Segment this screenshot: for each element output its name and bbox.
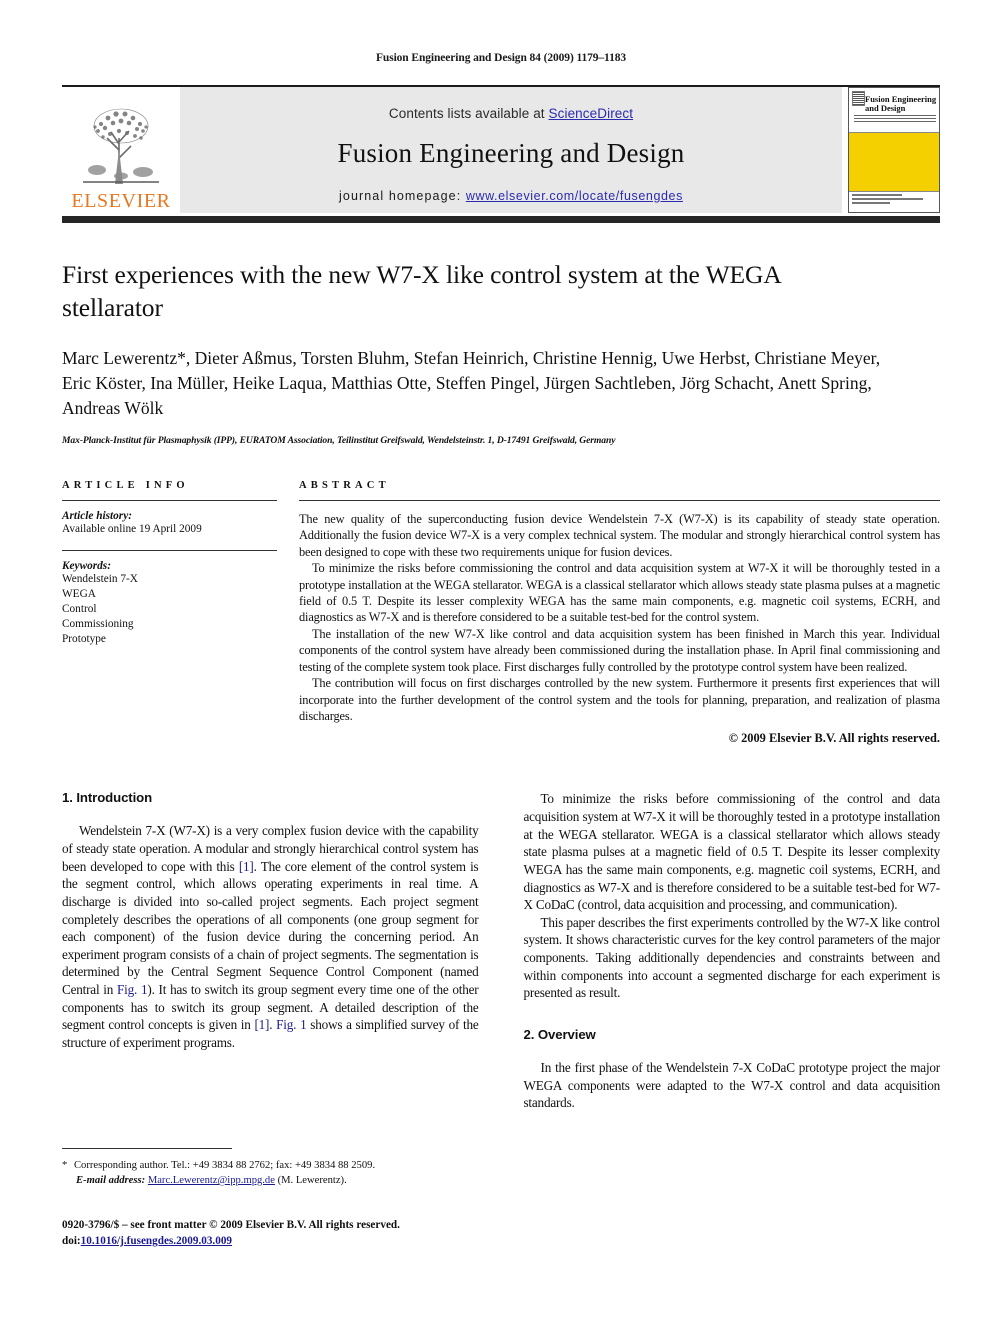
article-info-column: ARTICLE INFO Article history: Available … [62,480,299,747]
running-head: Fusion Engineering and Design 84 (2009) … [375,52,627,64]
corresponding-author-note: * Corresponding author. Tel.: +49 3834 8… [62,1158,482,1188]
abstract-copyright: © 2009 Elsevier B.V. All rights reserved… [728,731,940,746]
abstract-column: ABSTRACT The new quality of the supercon… [299,480,940,747]
citation-link-1[interactable]: [1] [239,859,254,874]
sciencedirect-link[interactable]: ScienceDirect [549,106,634,121]
journal-homepage-line: journal homepage: www.elsevier.com/locat… [339,189,683,203]
abstract-heading: ABSTRACT [299,479,390,491]
cover-footer-line [852,193,903,196]
divider [62,549,277,551]
section-heading-introduction: 1. Introduction [62,790,153,806]
article-history-value: Available online 19 April 2009 [62,522,202,535]
abstract-body: The new quality of the superconducting f… [299,511,940,725]
cover-top-section: Fusion Engineering and Design [849,88,939,133]
elsevier-wordmark: ELSEVIER [71,190,171,212]
citation-link-1[interactable]: [1] [254,1017,269,1032]
abstract-paragraph: The installation of the new W7-X like co… [299,626,940,674]
doi-label: doi: [62,1234,81,1247]
affiliation: Max-Planck-Institut für Plasmaphysik (IP… [62,434,616,446]
footnote-contact-text: Corresponding author. Tel.: +49 3834 88 … [73,1160,376,1171]
footnote-area: * Corresponding author. Tel.: +49 3834 8… [62,1148,482,1188]
title-block: First experiences with the new W7-X like… [62,259,940,446]
article-first-page: Fusion Engineering and Design 84 (2009) … [62,0,940,1323]
elsevier-logo: ELSEVIER [62,87,180,213]
body-right-column: To minimize the risks before commissioni… [524,790,941,1111]
keyword-item: Prototype [62,632,106,645]
cover-journal-title: Fusion Engineering and Design [865,94,937,113]
keyword-item: WEGA [62,587,96,600]
journal-cover-thumbnail: Fusion Engineering and Design [848,87,940,213]
body-paragraph: To minimize the risks before commissioni… [523,791,941,913]
divider [299,499,940,501]
footer-issn-block: 0920-3796/$ – see front matter © 2009 El… [62,1218,492,1250]
page-title: First experiences with the new W7-X like… [62,260,781,322]
article-info-heading: ARTICLE INFO [62,479,189,491]
email-label: E-mail address: [76,1175,146,1187]
author-email-link[interactable]: Marc.Lewerentz@ipp.mpg.de [148,1175,275,1186]
body-paragraph: This paper describes the first experimen… [523,914,941,1001]
info-abstract-row: ARTICLE INFO Article history: Available … [62,480,940,747]
issn-copyright-line: 0920-3796/$ – see front matter © 2009 El… [62,1219,400,1231]
contents-available-line: Contents lists available at ScienceDirec… [389,106,633,121]
section-heading-overview: 2. Overview [523,1026,596,1042]
abstract-paragraph: The contribution will focus on first dis… [299,676,940,724]
journal-masthead: ELSEVIER Contents lists available at Sci… [62,85,940,213]
cover-subtitle-lines [854,115,936,124]
abstract-paragraph: The new quality of the superconducting f… [299,511,940,559]
cover-badge-icon [852,91,865,106]
doi-line: doi:10.1016/j.fusengdes.2009.03.009 [62,1234,492,1250]
masthead-center-band: Contents lists available at ScienceDirec… [180,87,842,213]
keyword-item: Control [62,602,97,615]
cover-accent-block [849,132,939,191]
divider [62,499,277,501]
body-two-column-layout: 1. Introduction Wendelstein 7-X (W7-X) i… [62,790,940,1111]
author-list: Marc Lewerentz*, Dieter Aßmus, Torsten B… [62,348,881,418]
abstract-paragraph: To minimize the risks before commissioni… [299,561,940,625]
doi-link[interactable]: 10.1016/j.fusengdes.2009.03.009 [81,1235,232,1247]
journal-title: Fusion Engineering and Design [337,137,685,168]
keyword-item: Wendelstein 7-X [62,572,138,585]
cover-footer-line [852,197,924,200]
homepage-prefix: journal homepage: [339,188,466,203]
keywords-label: Keywords: [62,559,111,572]
cover-footer-line [852,201,890,204]
keyword-item: Commissioning [62,617,134,630]
masthead-bottom-rule [62,216,940,223]
figure-link-fig1[interactable]: Fig. 1 [276,1017,306,1032]
footnote-divider [62,1148,232,1149]
cover-bottom-section [849,190,939,212]
journal-homepage-link[interactable]: www.elsevier.com/locate/fusengdes [466,189,683,203]
footnote-marker: * [62,1160,72,1171]
email-owner: (M. Lewerentz). [277,1175,347,1187]
paragraph-text: . The core element of the control system… [62,858,479,998]
figure-link-fig1[interactable]: Fig. 1 [117,982,148,997]
body-left-column: 1. Introduction Wendelstein 7-X (W7-X) i… [62,790,479,1111]
body-paragraph: In the first phase of the Wendelstein 7-… [523,1059,941,1111]
contents-prefix: Contents lists available at [388,105,549,121]
body-paragraph: Wendelstein 7-X (W7-X) is a very complex… [62,822,479,1051]
article-history-label: Article history: [62,509,132,522]
elsevier-tree-icon [83,108,159,184]
